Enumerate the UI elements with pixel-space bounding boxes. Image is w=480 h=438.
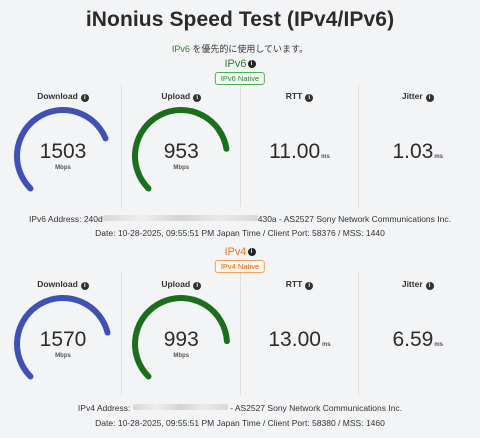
- ipv6-rtt-header: RTT i: [241, 91, 359, 102]
- ipv6-download-unit: Mbps: [55, 165, 71, 171]
- ipv4-jitter-unit: ms: [434, 342, 444, 348]
- ipv6-jitter-header: Jitter i: [359, 91, 477, 102]
- ipv4-date-line: Date: 10-28-2025, 09:55:51 PM Japan Time…: [95, 418, 385, 428]
- ipv4-label-text: IPv4: [224, 246, 247, 258]
- ipv4-rtt-cell: RTT i 13.00ms: [241, 273, 359, 395]
- ipv6-download-value: 1503: [39, 140, 87, 163]
- ipv6-rtt-value: 11.00: [269, 140, 321, 163]
- ipv6-jitter-value: 1.03: [392, 140, 434, 163]
- ipv6-section-label: IPv6 i: [0, 58, 480, 70]
- ipv4-section-label: IPv4 i: [0, 246, 480, 258]
- ipv4-upload-unit: Mbps: [173, 353, 190, 359]
- ipv4-jitter-readout: 6.59ms: [359, 328, 477, 352]
- ipv4-upload-cell: Upload i 993 Mbps: [122, 273, 241, 395]
- ipv6-address-line: IPv6 Address: 240d 430a - AS2527 Sony Net…: [0, 214, 480, 224]
- ipv6-jitter-cell: Jitter i 1.03ms: [359, 85, 476, 207]
- ipv4-results-panel: Download i 1570 Mbps Upload i 993 Mbps RTT…: [4, 273, 476, 395]
- ipv4-rtt-unit: ms: [321, 342, 331, 348]
- ipv6-jitter-info-icon[interactable]: i: [425, 94, 434, 102]
- ipv6-address-redaction: [102, 215, 258, 221]
- ipv6-native-badge: IPv6 Native: [214, 72, 266, 85]
- ipv4-jitter-value: 6.59: [392, 328, 434, 351]
- ipv6-results-panel: Download i 1503 Mbps Upload i 953 Mbps RTT…: [4, 85, 476, 207]
- preference-proto: IPv6: [171, 44, 190, 54]
- ipv4-address-suffix: - AS2527 Sony Network Communications Inc…: [227, 403, 403, 413]
- ipv6-date-line: Date: 10-28-2025, 09:55:51 PM Japan Time…: [95, 228, 385, 238]
- ipv6-rtt-unit: ms: [321, 154, 330, 160]
- ipv6-address-prefix: IPv6 Address: 240d: [29, 214, 103, 224]
- ipv4-rtt-header: RTT i: [241, 279, 359, 290]
- ipv6-rtt-label: RTT: [285, 91, 303, 101]
- ipv4-download-cell: Download i 1570 Mbps: [4, 273, 123, 395]
- ipv6-info-icon[interactable]: i: [247, 60, 256, 68]
- page-title: iNonius Speed Test (IPv4/IPv6): [85, 8, 395, 31]
- ipv6-upload-value: 953: [163, 140, 199, 163]
- ipv6-download-cell: Download i 1503 Mbps: [4, 85, 123, 207]
- preference-note: IPv6 を優先的に使用しています。: [0, 42, 480, 55]
- ipv4-rtt-readout: 13.00ms: [241, 328, 359, 352]
- ipv6-upload-cell: Upload i 953 Mbps: [122, 85, 241, 207]
- ipv6-jitter-unit: ms: [434, 154, 444, 160]
- ipv6-rtt-cell: RTT i 11.00ms: [241, 85, 359, 207]
- ipv4-download-value: 1570: [39, 328, 87, 351]
- ipv4-jitter-header: Jitter i: [359, 279, 477, 290]
- ipv4-address-redaction: [132, 404, 228, 410]
- ipv4-native-badge: IPv4 Native: [214, 260, 266, 273]
- ipv6-address-suffix: 430a - AS2527 Sony Network Communication…: [257, 214, 451, 224]
- preference-text: を優先的に使用しています。: [189, 44, 309, 54]
- ipv4-rtt-label: RTT: [285, 279, 303, 289]
- ipv6-upload-unit: Mbps: [173, 165, 190, 171]
- ipv4-rtt-info-icon[interactable]: i: [305, 282, 314, 290]
- ipv4-address-prefix: IPv4 Address:: [77, 403, 133, 413]
- ipv6-label-text: IPv6: [224, 58, 247, 70]
- ipv6-rtt-info-icon[interactable]: i: [305, 94, 314, 102]
- ipv4-rtt-value: 13.00: [268, 328, 321, 351]
- ipv6-jitter-label: Jitter: [401, 91, 423, 101]
- ipv6-jitter-readout: 1.03ms: [359, 140, 477, 164]
- ipv4-jitter-info-icon[interactable]: i: [425, 282, 434, 290]
- ipv4-download-unit: Mbps: [55, 353, 71, 359]
- ipv4-jitter-label: Jitter: [401, 279, 423, 289]
- ipv4-address-line: IPv4 Address: - AS2527 Sony Network Comm…: [0, 403, 480, 413]
- ipv4-info-icon[interactable]: i: [247, 248, 256, 256]
- ipv4-jitter-cell: Jitter i 6.59ms: [359, 273, 476, 395]
- ipv4-upload-value: 993: [163, 328, 199, 351]
- ipv6-rtt-readout: 11.00ms: [241, 140, 359, 164]
